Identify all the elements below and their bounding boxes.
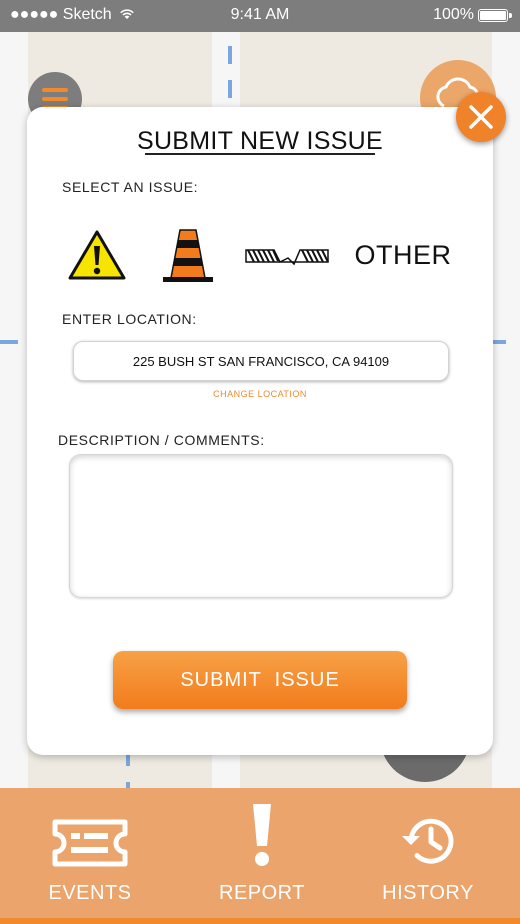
battery-percent: 100%	[433, 6, 474, 23]
tab-history-label: HISTORY	[382, 882, 474, 904]
submit-issue-button[interactable]: SUBMIT ISSUE	[113, 651, 407, 709]
battery-icon	[478, 8, 512, 22]
exclamation-icon	[253, 804, 271, 866]
issue-other-option[interactable]: OTHER	[353, 225, 453, 285]
modal-title: SUBMIT NEW ISSUE	[136, 127, 384, 155]
tab-history[interactable]: HISTORY	[368, 788, 488, 918]
issue-type-selector: OTHER	[65, 225, 465, 285]
menu-icon	[42, 88, 68, 92]
comments-textarea[interactable]	[69, 454, 453, 598]
close-modal-button[interactable]	[456, 92, 506, 142]
location-label: ENTER LOCATION:	[62, 311, 197, 327]
history-icon	[402, 818, 454, 864]
tab-report-label: REPORT	[219, 882, 305, 904]
status-bar: ●●●●● Sketch 9:41 AM 100%	[0, 0, 520, 32]
map-road	[0, 32, 28, 788]
tab-events-icon-wrap	[49, 788, 131, 868]
submit-issue-modal: SUBMIT NEW ISSUE SELECT AN ISSUE: OTHER …	[27, 107, 493, 755]
select-issue-label: SELECT AN ISSUE:	[62, 179, 199, 195]
issue-road-damage-option[interactable]	[241, 225, 333, 285]
change-location-link[interactable]: CHANGE LOCATION	[27, 389, 493, 399]
pothole-icon	[245, 249, 329, 266]
issue-hazard-option[interactable]	[65, 225, 129, 285]
comments-label: DESCRIPTION / COMMENTS:	[58, 432, 265, 448]
title-underline	[145, 153, 375, 155]
close-icon	[469, 105, 493, 129]
ticket-icon	[52, 819, 128, 867]
tab-history-icon-wrap	[399, 788, 457, 868]
issue-construction-option[interactable]	[153, 225, 223, 285]
tab-report[interactable]: REPORT	[202, 788, 322, 918]
tab-report-icon-wrap	[247, 788, 277, 868]
traffic-cone-icon	[163, 229, 213, 282]
location-input[interactable]: 225 BUSH ST SAN FRANCISCO, CA 94109	[73, 341, 449, 381]
battery-indicator: 100%	[433, 6, 512, 24]
menu-icon-bar	[42, 97, 68, 101]
tab-events[interactable]: EVENTS	[30, 788, 150, 918]
tab-events-label: EVENTS	[48, 882, 132, 904]
map-road	[492, 32, 520, 788]
tab-bar: EVENTS REPORT HISTORY	[0, 788, 520, 924]
warning-icon	[68, 230, 126, 280]
